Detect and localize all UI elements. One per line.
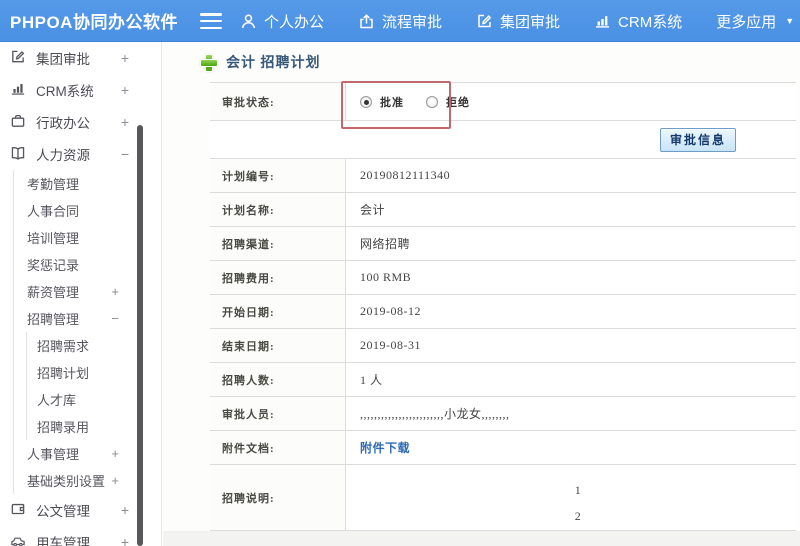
expand-icon[interactable]: + xyxy=(111,446,119,461)
nav-more-apps[interactable]: 更多应用 ▼ xyxy=(716,11,794,32)
radio-reject[interactable]: 拒绝 xyxy=(426,94,470,110)
collapse-icon[interactable]: − xyxy=(111,311,119,326)
process-icon xyxy=(358,13,375,30)
recruit-description-value: 1 2 xyxy=(574,483,582,523)
attachment-download-link[interactable]: 附件下载 xyxy=(360,439,410,456)
car-icon xyxy=(10,533,26,546)
sidebar-scrollbar[interactable] xyxy=(137,125,143,546)
plan-number-value: 20190812111340 xyxy=(360,168,451,182)
expand-icon[interactable]: + xyxy=(121,114,129,130)
radio-button-icon[interactable] xyxy=(360,95,372,108)
book-icon xyxy=(10,145,26,164)
field-label: 审批状态: xyxy=(210,83,346,120)
row-plan-number: 计划编号: 20190812111340 xyxy=(210,159,796,193)
sidebar-item-crm[interactable]: CRM系统 + xyxy=(0,74,161,106)
row-recruit-cost: 招聘费用: 100 RMB xyxy=(210,261,796,295)
row-recruit-channel: 招聘渠道: 网络招聘 xyxy=(210,227,796,261)
row-start-date: 开始日期: 2019-08-12 xyxy=(210,295,796,329)
row-approvers: 审批人员: ,,,,,,,,,,,,,,,,,,,,,,,,小龙女,,,,,,,… xyxy=(210,397,796,431)
expand-icon[interactable]: + xyxy=(111,284,119,299)
expand-icon[interactable]: + xyxy=(121,82,129,98)
approvers-value: ,,,,,,,,,,,,,,,,,,,,,,,,小龙女,,,,,,,, xyxy=(360,407,510,421)
row-recruit-count: 招聘人数: 1 人 xyxy=(210,363,796,397)
plus-icon xyxy=(200,54,218,72)
row-end-date: 结束日期: 2019-08-31 xyxy=(210,329,796,363)
expand-icon[interactable]: + xyxy=(111,473,119,488)
top-navigation: 个人办公 流程审批 集团审批 CRM系统 更多应用 ▼ xyxy=(240,0,794,42)
radio-button-icon[interactable] xyxy=(426,95,438,108)
edit-square-icon xyxy=(10,49,26,68)
collapse-icon[interactable]: − xyxy=(121,146,129,162)
sidebar-item-group-approval[interactable]: 集团审批 + xyxy=(0,42,161,74)
approval-options: 批准 拒绝 xyxy=(346,83,796,120)
expand-icon[interactable]: + xyxy=(121,502,129,518)
row-plan-name: 计划名称: 会计 xyxy=(210,193,796,227)
edit-square-icon xyxy=(476,13,493,30)
start-date-value: 2019-08-12 xyxy=(360,304,421,318)
nav-crm-system[interactable]: CRM系统 xyxy=(594,11,682,32)
recruit-count-value: 1 人 xyxy=(360,373,383,387)
app-logo[interactable]: PHPOA协同办公软件 xyxy=(0,8,178,33)
end-date-value: 2019-08-31 xyxy=(360,338,421,352)
expand-icon[interactable]: + xyxy=(121,50,129,66)
caret-down-icon: ▼ xyxy=(785,16,795,26)
page-title-row: 会计 招聘计划 xyxy=(163,42,800,82)
row-attachment: 附件文档: 附件下载 xyxy=(210,431,796,465)
nav-personal-office[interactable]: 个人办公 xyxy=(240,11,324,32)
menu-toggle-icon[interactable] xyxy=(200,13,222,29)
row-recruit-description: 招聘说明: 1 2 xyxy=(210,465,796,531)
document-icon xyxy=(10,501,26,520)
bar-chart-icon xyxy=(594,13,611,30)
sidebar: 集团审批 + CRM系统 + 行政办公 + 人力资源 − 考勤管理 人事合同 培… xyxy=(0,42,162,546)
briefcase-icon xyxy=(10,113,26,132)
recruit-cost-value: 100 RMB xyxy=(360,270,412,284)
approval-info-button[interactable]: 审批信息 xyxy=(659,127,736,152)
recruit-channel-value: 网络招聘 xyxy=(360,237,411,251)
main-content: 会计 招聘计划 审批状态: 批准 拒绝 审批信息 计划编号: 201908121… xyxy=(163,42,800,546)
nav-group-approval[interactable]: 集团审批 xyxy=(476,11,560,32)
top-header: PHPOA协同办公软件 个人办公 流程审批 集团审批 CRM系统 更多应用 ▼ xyxy=(0,0,800,42)
nav-process-approval[interactable]: 流程审批 xyxy=(358,11,442,32)
radio-approve[interactable]: 批准 xyxy=(360,94,404,110)
recruit-plan-form: 审批状态: 批准 拒绝 审批信息 计划编号: 20190812111340 计划 xyxy=(210,81,796,531)
row-approval-button: 审批信息 xyxy=(210,121,796,159)
expand-icon[interactable]: + xyxy=(121,534,129,546)
row-approval-status: 审批状态: 批准 拒绝 xyxy=(210,81,796,129)
bar-chart-icon xyxy=(10,81,26,100)
user-icon xyxy=(240,13,257,30)
content-footer-strip xyxy=(163,531,800,546)
plan-name-value: 会计 xyxy=(360,203,386,217)
page-title: 会计 招聘计划 xyxy=(226,56,321,71)
